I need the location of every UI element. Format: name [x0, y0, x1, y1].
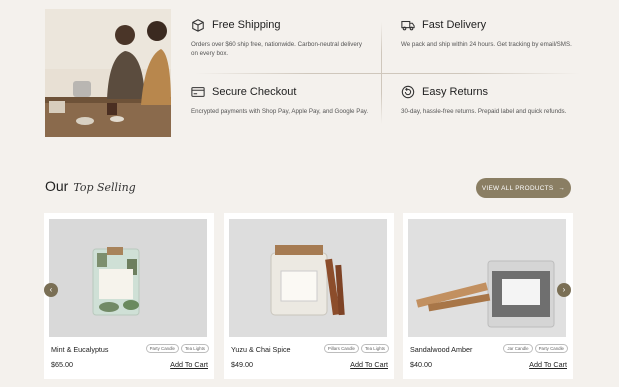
feature-free-shipping: Free Shipping Orders over $60 ship free,…	[191, 18, 369, 58]
divider-vertical	[381, 22, 382, 124]
arrow-right-icon: →	[558, 184, 566, 192]
product-card-sandalwood-amber[interactable]: Sandalwood Amber Jar Candle Party Candle…	[403, 213, 573, 379]
product-tag[interactable]: Jar Candle	[503, 344, 533, 353]
feature-title: Fast Delivery	[422, 19, 487, 31]
view-all-products-button[interactable]: VIEW ALL PRODUCTS →	[476, 178, 571, 198]
section-title: Our Top Selling	[45, 178, 136, 194]
chevron-right-icon: ›	[562, 285, 566, 294]
truck-icon	[401, 20, 415, 31]
view-all-label: VIEW ALL PRODUCTS	[481, 184, 554, 192]
product-card-yuzu-chai[interactable]: Yuzu & Chai Spice Pillars Candle Tea Lig…	[224, 213, 394, 379]
carousel-prev-button[interactable]: ‹	[44, 283, 58, 297]
product-tags: Jar Candle Party Candle	[503, 344, 568, 353]
product-name[interactable]: Yuzu & Chai Spice	[231, 345, 291, 354]
product-tags: Party Candle Tea Lights	[145, 344, 209, 353]
product-price: $49.00	[231, 360, 253, 369]
product-tag[interactable]: Pillars Candle	[323, 344, 359, 353]
chevron-left-icon: ‹	[49, 285, 53, 294]
product-price: $65.00	[51, 360, 73, 369]
feature-easy-returns: Easy Returns 30-day, hassle-free returns…	[401, 85, 579, 116]
product-tag[interactable]: Party Candle	[534, 344, 568, 353]
section-title-script: Top Selling	[73, 181, 136, 194]
product-card-mint-eucalyptus[interactable]: Mint & Eucalyptus Party Candle Tea Light…	[44, 213, 214, 379]
divider-horizontal	[195, 73, 580, 74]
hero-image	[45, 9, 171, 137]
product-image[interactable]	[408, 219, 566, 337]
feature-description: We pack and ship within 24 hours. Get tr…	[401, 41, 572, 48]
carousel-next-button[interactable]: ›	[557, 283, 571, 297]
feature-title: Free Shipping	[212, 19, 281, 31]
feature-description: 30-day, hassle-free returns. Prepaid lab…	[401, 108, 567, 115]
returns-icon	[401, 85, 415, 99]
feature-secure-checkout: Secure Checkout Encrypted payments with …	[191, 85, 369, 116]
add-to-cart-link[interactable]: Add To Cart	[170, 360, 208, 369]
feature-title: Easy Returns	[422, 86, 489, 98]
product-name[interactable]: Mint & Eucalyptus	[51, 345, 109, 354]
product-price: $40.00	[410, 360, 432, 369]
feature-title: Secure Checkout	[212, 86, 297, 98]
add-to-cart-link[interactable]: Add To Cart	[350, 360, 388, 369]
feature-fast-delivery: Fast Delivery We pack and ship within 24…	[401, 18, 579, 49]
feature-description: Encrypted payments with Shop Pay, Apple …	[191, 108, 369, 115]
add-to-cart-link[interactable]: Add To Cart	[529, 360, 567, 369]
product-tag[interactable]: Tea Lights	[360, 344, 389, 353]
product-tag[interactable]: Party Candle	[145, 344, 179, 353]
product-tag[interactable]: Tea Lights	[180, 344, 209, 353]
product-name[interactable]: Sandalwood Amber	[410, 345, 472, 354]
page: Free Shipping Orders over $60 ship free,…	[0, 0, 619, 387]
feature-description: Orders over $60 ship free, nationwide. C…	[191, 41, 362, 57]
section-title-plain: Our	[45, 178, 69, 194]
box-icon	[192, 19, 204, 32]
product-image[interactable]	[49, 219, 207, 337]
credit-card-icon	[191, 87, 205, 97]
product-tags: Pillars Candle Tea Lights	[323, 344, 389, 353]
product-image[interactable]	[229, 219, 387, 337]
